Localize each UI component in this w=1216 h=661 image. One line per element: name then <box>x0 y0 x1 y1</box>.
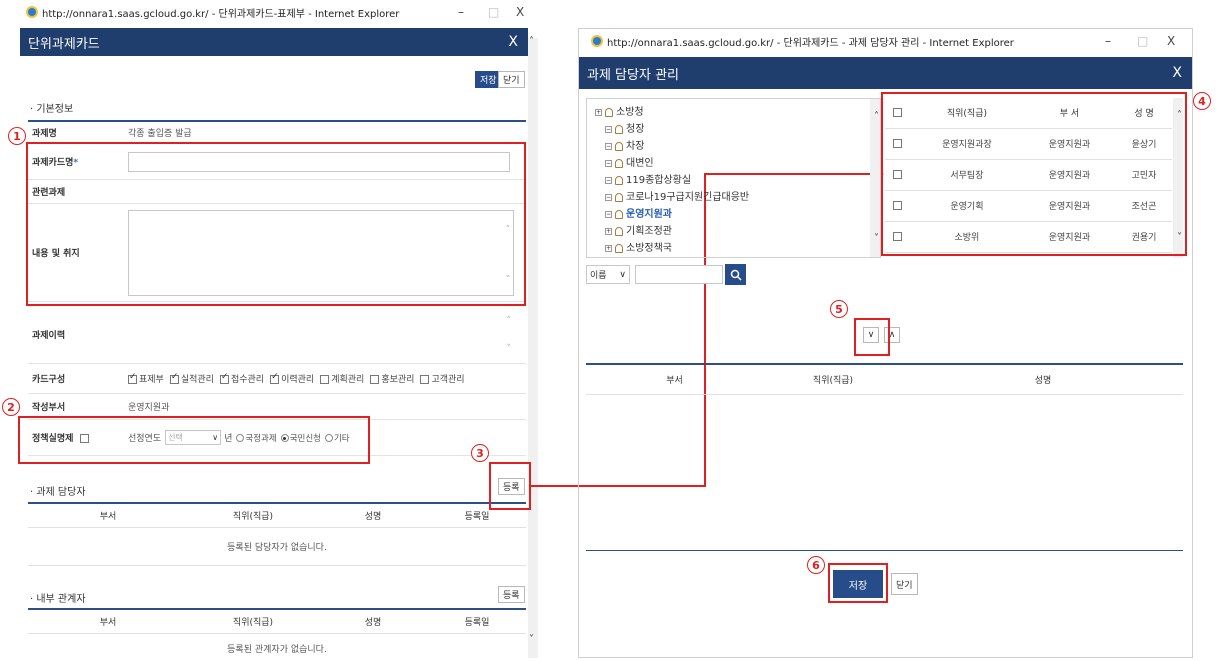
tree-node-label: 운영지원과 <box>626 209 672 220</box>
tree-node[interactable]: − 청장 <box>605 120 644 135</box>
table-header-cell: 직위(직급) <box>812 376 854 386</box>
right-maximize-icon[interactable]: □ <box>1137 34 1148 48</box>
search-field-select[interactable]: 이름 ∨ <box>586 265 630 284</box>
tree-node[interactable]: − 대변인 <box>605 154 654 169</box>
callout-number-6: 6 <box>807 556 825 574</box>
callout-number-5: 5 <box>830 300 848 318</box>
right-ie-titlebar: http://onnara1.saas.gcloud.go.kr/ - 단위과제… <box>585 29 1145 53</box>
search-field-value: 이름 <box>590 271 607 281</box>
callout-number-4: 4 <box>1193 92 1211 110</box>
right-minimize-icon[interactable]: – <box>1105 34 1111 48</box>
table-header-cell: 부서 <box>666 376 683 386</box>
person-icon <box>615 158 623 168</box>
tree-node-label: 차장 <box>626 141 645 152</box>
tree-toggle-icon[interactable]: + <box>605 244 612 252</box>
tree-scroll-up-icon[interactable]: ˄ <box>874 111 879 122</box>
tree-node-label: 기획조정관 <box>626 226 672 237</box>
tree-node[interactable]: + 소방정책국 <box>605 239 672 254</box>
right-ie-title: http://onnara1.saas.gcloud.go.kr/ - 단위과제… <box>607 37 1014 49</box>
tree-node[interactable]: − 운영지원과 <box>605 205 672 220</box>
tree-node-label: 119종합상황실 <box>626 175 692 186</box>
tree-node[interactable]: + 소방청 <box>595 103 644 118</box>
chevron-down-icon: ∨ <box>619 269 626 280</box>
tree-toggle-icon[interactable]: + <box>605 227 612 235</box>
person-icon <box>615 226 623 236</box>
tree-toggle-icon[interactable]: − <box>605 142 612 150</box>
tree-node-label: 소방정책국 <box>626 243 672 254</box>
tree-toggle-icon[interactable]: + <box>595 108 602 116</box>
person-icon <box>615 209 623 219</box>
tree-scroll-down-icon[interactable]: ˅ <box>874 233 879 244</box>
org-icon <box>605 107 613 117</box>
person-icon <box>615 141 623 151</box>
right-close-button[interactable]: 닫기 <box>891 573 918 595</box>
callout-box-5 <box>854 318 890 356</box>
right-dialog-close-icon[interactable]: X <box>1172 65 1182 81</box>
search-input[interactable] <box>635 265 723 284</box>
ie-logo-icon <box>591 35 603 47</box>
tree-node-label: 대변인 <box>626 158 654 169</box>
right-dialog-titlebar: 과제 담당자 관리 X <box>579 57 1192 89</box>
selected-table-body <box>586 396 1183 551</box>
person-icon <box>615 175 623 185</box>
person-icon <box>615 192 623 202</box>
tree-node[interactable]: + 기획조정관 <box>605 222 672 237</box>
tree-node-label: 코로나19구급지원긴급대응반 <box>626 192 750 203</box>
tree-toggle-icon[interactable]: − <box>605 210 612 218</box>
right-window-close-icon[interactable]: X <box>1167 34 1175 48</box>
selected-table-header: 부서 직위(직급) 성명 <box>586 365 1183 395</box>
tree-node[interactable]: − 119종합상황실 <box>605 171 691 186</box>
search-button[interactable] <box>725 264 746 285</box>
callout-box-6 <box>828 563 888 603</box>
callout-box-4 <box>881 92 1187 256</box>
right-dialog-title: 과제 담당자 관리 <box>587 67 679 83</box>
tree-node-label: 소방청 <box>616 107 644 118</box>
person-icon <box>615 124 623 134</box>
tree-node-label: 청장 <box>626 124 645 135</box>
tree-node[interactable]: − 차장 <box>605 137 644 152</box>
tree-toggle-icon[interactable]: − <box>605 193 612 201</box>
table-header-cell: 성명 <box>1034 376 1052 386</box>
search-icon <box>730 269 742 281</box>
tree-node[interactable]: − 코로나19구급지원긴급대응반 <box>605 188 749 203</box>
tree-toggle-icon[interactable]: − <box>605 159 612 167</box>
tree-toggle-icon[interactable]: − <box>605 176 612 184</box>
org-tree-panel: + 소방청 − 청장 − 차장 − 대변인 −119종합상황실 − 코로나19구급지원긴급대응반 − 운… <box>586 98 881 258</box>
tree-toggle-icon[interactable]: − <box>605 125 612 133</box>
person-icon <box>615 243 623 253</box>
